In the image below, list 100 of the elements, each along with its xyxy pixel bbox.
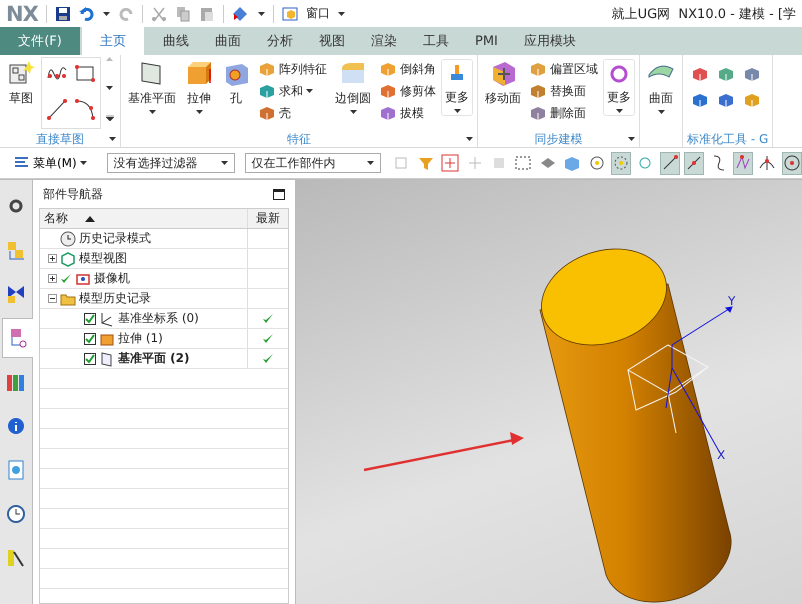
ribbon-button[interactable]: 边倒圆 bbox=[332, 57, 374, 116]
ribbon-tab[interactable]: 工具 bbox=[410, 27, 462, 55]
caret-icon[interactable] bbox=[220, 161, 228, 165]
caret-icon[interactable] bbox=[466, 137, 473, 141]
ribbon-tab[interactable]: 曲面 bbox=[202, 27, 254, 55]
checkbox[interactable] bbox=[84, 332, 96, 344]
ribbon-tab[interactable]: 视图 bbox=[306, 27, 358, 55]
caret-icon[interactable] bbox=[350, 110, 356, 114]
more-button[interactable]: 更多 bbox=[441, 59, 473, 116]
caret-icon[interactable] bbox=[196, 110, 202, 114]
ribbon-button[interactable]: 草图 bbox=[4, 57, 38, 109]
selection-icon[interactable] bbox=[232, 6, 250, 22]
caret-icon[interactable] bbox=[102, 12, 110, 16]
tree-item[interactable]: 基准平面 (2) bbox=[118, 350, 190, 367]
expand-icon[interactable] bbox=[48, 254, 57, 263]
ribbon-tab[interactable]: 应用模块 bbox=[510, 27, 589, 55]
tool-icon[interactable] bbox=[691, 91, 709, 109]
snap-button[interactable] bbox=[684, 152, 704, 174]
panel-title: 部件导航器 bbox=[43, 186, 103, 202]
feature-icon bbox=[379, 104, 397, 122]
ribbon-button[interactable]: 拔模 bbox=[377, 103, 438, 123]
tree-item[interactable]: 模型视图 bbox=[79, 250, 127, 267]
tree-item[interactable]: 摄像机 bbox=[94, 270, 130, 287]
ribbon-tab[interactable]: 分析 bbox=[254, 27, 306, 55]
assembly-icon bbox=[5, 239, 27, 261]
tool-icon bbox=[758, 154, 776, 172]
ribbon-button[interactable]: 偏置区域 bbox=[527, 59, 600, 79]
nx-logo: NX bbox=[6, 2, 38, 26]
arc-icon[interactable] bbox=[74, 96, 96, 122]
ribbon-tab[interactable]: PMI bbox=[462, 27, 511, 55]
tool-icon bbox=[514, 154, 532, 172]
maximize-icon[interactable] bbox=[273, 188, 285, 200]
expand-icon[interactable] bbox=[48, 274, 57, 283]
file-tab[interactable]: 文件(F) bbox=[0, 27, 80, 55]
window-menu[interactable]: 窗口 bbox=[306, 5, 330, 22]
tree-item[interactable]: 拉伸 (1) bbox=[118, 330, 163, 347]
tool-icon[interactable] bbox=[717, 91, 735, 109]
snap-button[interactable] bbox=[660, 152, 680, 174]
snap-button[interactable] bbox=[782, 152, 802, 174]
caret-icon[interactable] bbox=[258, 12, 265, 16]
caret-icon[interactable] bbox=[306, 89, 313, 93]
tool-icon[interactable] bbox=[717, 65, 735, 83]
ribbon-button[interactable]: 曲面 bbox=[644, 57, 678, 116]
tree-item[interactable]: 模型历史记录 bbox=[79, 290, 151, 307]
clock-icon bbox=[5, 503, 27, 525]
feature-icon bbox=[529, 104, 547, 122]
group-label: 特征 bbox=[287, 130, 311, 147]
ribbon-button[interactable]: 拉伸 bbox=[182, 57, 216, 116]
ribbon-button[interactable]: 孔 bbox=[219, 57, 253, 109]
menu-button[interactable]: 菜单(M) bbox=[8, 154, 93, 172]
column-header[interactable]: 名称 bbox=[40, 209, 248, 228]
filter-dropdown[interactable]: 没有选择过滤器 bbox=[106, 153, 235, 173]
tool-icon bbox=[734, 154, 752, 172]
sketch-gallery[interactable] bbox=[41, 57, 101, 129]
tree-item[interactable]: 历史记录模式 bbox=[79, 230, 151, 247]
ribbon-tab[interactable]: 曲线 bbox=[150, 27, 202, 55]
checkbox[interactable] bbox=[84, 312, 96, 324]
caret-icon[interactable] bbox=[80, 161, 87, 165]
ribbon-button[interactable]: 倒斜角 bbox=[377, 59, 438, 79]
checkbox[interactable] bbox=[84, 352, 96, 364]
caret-icon[interactable] bbox=[658, 110, 664, 114]
ribbon-button[interactable]: 求和 bbox=[256, 81, 329, 101]
window-title: 就上UG网 NX10.0 - 建模 - [学 bbox=[612, 6, 796, 22]
window-icon[interactable] bbox=[282, 6, 298, 22]
sidebar-tab[interactable] bbox=[2, 318, 33, 358]
ribbon-button[interactable]: 替换面 bbox=[527, 81, 600, 101]
ribbon-button[interactable]: 基准平面 bbox=[125, 57, 179, 116]
caret-icon[interactable] bbox=[367, 161, 374, 165]
tree-item[interactable]: 基准坐标系 (0) bbox=[118, 310, 199, 327]
collapse-icon[interactable] bbox=[48, 294, 57, 303]
caret-icon[interactable] bbox=[628, 137, 635, 141]
tool-icon bbox=[563, 154, 582, 172]
column-header[interactable]: 最新 bbox=[248, 209, 288, 228]
tool-icon[interactable] bbox=[743, 65, 761, 83]
caret-icon[interactable] bbox=[338, 12, 345, 16]
expand-icon[interactable] bbox=[106, 115, 114, 121]
constraint-icon bbox=[5, 283, 27, 305]
ribbon-button[interactable]: 修剪体 bbox=[377, 81, 438, 101]
line-icon[interactable] bbox=[46, 96, 68, 122]
undo-icon[interactable] bbox=[78, 6, 95, 22]
menu-icon bbox=[14, 156, 30, 170]
feature-icon bbox=[379, 82, 397, 100]
ribbon-button[interactable]: 阵列特征 bbox=[256, 59, 329, 79]
copy-icon[interactable] bbox=[174, 6, 191, 22]
ribbon-tab[interactable]: 渲染 bbox=[358, 27, 410, 55]
more-button[interactable]: 更多 bbox=[603, 59, 635, 116]
ribbon-button[interactable]: 移动面 bbox=[482, 57, 524, 109]
caret-icon[interactable] bbox=[109, 137, 116, 141]
caret-icon[interactable] bbox=[454, 109, 460, 113]
save-icon[interactable] bbox=[54, 6, 71, 22]
filter-dropdown[interactable]: 仅在工作部件内 bbox=[244, 153, 382, 173]
ribbon-tab[interactable]: 主页 bbox=[82, 27, 144, 55]
caret-icon[interactable] bbox=[148, 110, 156, 114]
ribbon-button[interactable]: 壳 bbox=[256, 103, 329, 123]
caret-icon[interactable] bbox=[616, 109, 622, 113]
caret-icon[interactable] bbox=[106, 86, 113, 90]
tool-icon[interactable] bbox=[691, 65, 709, 83]
group-label: 直接草图 bbox=[36, 130, 84, 147]
snap-button[interactable] bbox=[610, 152, 632, 174]
ribbon-button[interactable]: 删除面 bbox=[527, 103, 600, 123]
